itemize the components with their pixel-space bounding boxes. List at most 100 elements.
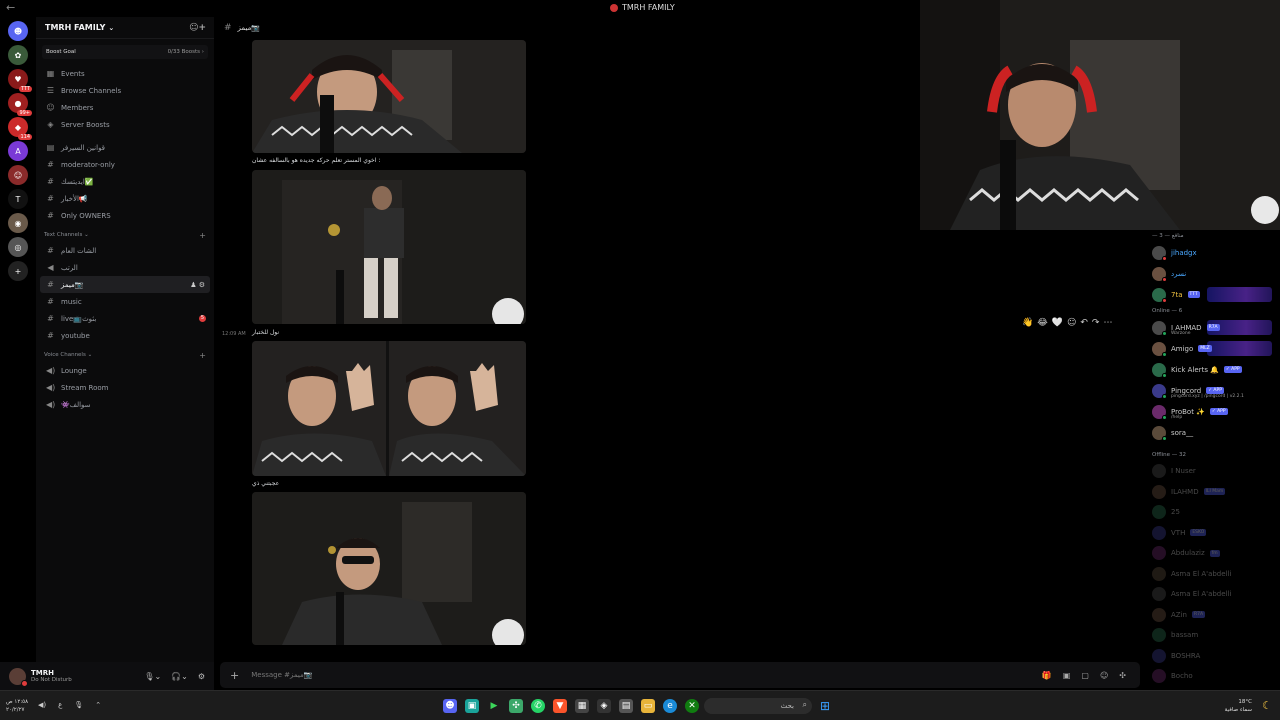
xbox-icon[interactable]: ✕ (685, 699, 699, 713)
server-icon[interactable]: ☺ (8, 165, 28, 185)
channel-item[interactable]: # live📺بثوث 5 (36, 310, 214, 327)
member-item[interactable]: Asma El A'abdelli (1146, 564, 1280, 585)
reaction-button[interactable]: 👋 (1022, 318, 1033, 328)
channel-item[interactable]: # youtube (36, 327, 214, 344)
server-icon[interactable]: ☻ (8, 21, 28, 41)
server-nav-browse-channels[interactable]: ☰ Browse Channels (36, 82, 214, 99)
member-item[interactable]: jihadgx (1146, 242, 1280, 263)
server-nav-members[interactable]: ☺ Members (36, 99, 214, 116)
member-item[interactable]: Amigo MLZ (1146, 338, 1280, 359)
play-icon[interactable]: ▶ (487, 699, 501, 713)
reaction-button[interactable]: 🤍 (1052, 318, 1063, 328)
text-channels-category[interactable]: Text Channels ⌄ + (36, 228, 214, 242)
add-attachment-icon[interactable]: + (230, 669, 239, 682)
channel-item[interactable]: # music (36, 293, 214, 310)
channel-item[interactable]: # الشات العام (36, 242, 214, 259)
server-icon[interactable]: ◎ (8, 237, 28, 257)
channel-item[interactable]: ◀ الرتب (36, 259, 214, 276)
weather-widget[interactable]: 18°C سماء صافية (1225, 698, 1252, 714)
channel-settings-icon[interactable]: ♟ ⚙ (190, 281, 205, 289)
language-indicator[interactable]: ع (58, 701, 62, 709)
channel-item[interactable]: # ايديتسك✅ (36, 173, 214, 190)
add-channel-icon[interactable]: + (199, 351, 206, 360)
sticker-icon[interactable]: ▢ (1081, 671, 1089, 680)
member-item[interactable]: Asma El A'abdelli (1146, 584, 1280, 605)
server-icon[interactable]: ● 99+ (8, 93, 32, 116)
voice-channels-category[interactable]: Voice Channels ⌄ + (36, 348, 214, 362)
message-composer[interactable]: + Message #ميمز📷 🎁 ▣ ▢ ☺ ✣ (220, 662, 1140, 688)
server-icon[interactable]: ◆ 114 (8, 117, 32, 140)
member-item[interactable]: I Nuser (1146, 461, 1280, 482)
reaction-button[interactable]: 😂 (1037, 318, 1048, 328)
member-item[interactable]: Kick Alerts 🔔 ✓ APP (1146, 359, 1280, 380)
brave-browser-icon[interactable]: ▼ (553, 699, 567, 713)
add-user-icon[interactable]: ☺+ (189, 23, 206, 33)
apps-icon[interactable]: ✣ (1119, 671, 1126, 680)
folder-icon[interactable]: ▭ (641, 699, 655, 713)
app-icon[interactable]: ◈ (597, 699, 611, 713)
member-item[interactable]: ProBot ✨ ✓ APP/help (1146, 401, 1280, 422)
channel-item[interactable]: # ميمز📷 ♟ ⚙ (40, 276, 210, 293)
app-icon[interactable]: ✣ (509, 699, 523, 713)
emoji-icon[interactable]: ☺ (1100, 671, 1108, 680)
server-icon[interactable]: A (8, 141, 28, 161)
member-item[interactable]: نسرد (1146, 263, 1280, 284)
back-arrow-icon[interactable]: ← (6, 1, 15, 14)
member-item[interactable]: 25 (1146, 502, 1280, 523)
channel-item[interactable]: ◀) 👾سوالف (36, 396, 214, 413)
discord-app-icon[interactable]: ☻ (443, 699, 457, 713)
gift-icon[interactable]: 🎁 (1042, 671, 1052, 680)
video-attachment[interactable] (252, 492, 526, 645)
member-item[interactable]: I AHMAD R7A Warzone (1146, 317, 1280, 338)
server-icon[interactable]: ◉ (8, 213, 28, 233)
reaction-button[interactable]: ↶ (1080, 318, 1088, 328)
server-icon[interactable]: T (8, 189, 28, 209)
server-icon[interactable]: ♥ TTT (8, 69, 32, 92)
member-item[interactable]: AZin R7A (1146, 605, 1280, 626)
server-icon[interactable]: ✿ (8, 45, 28, 65)
member-item[interactable]: 7ta TTT (1146, 284, 1280, 305)
video-attachment[interactable] (252, 170, 526, 324)
member-item[interactable]: BOSHRA (1146, 646, 1280, 667)
channel-item[interactable]: ◀) Stream Room (36, 379, 214, 396)
channel-item[interactable]: ▤ قوانين السيرفر (36, 139, 214, 156)
message-input[interactable]: Message #ميمز📷 (251, 671, 312, 679)
reaction-button[interactable]: ☺ (1067, 318, 1076, 328)
avatar[interactable] (9, 667, 28, 687)
reaction-button[interactable]: ⋯ (1103, 318, 1112, 328)
app-icon[interactable]: ▣ (465, 699, 479, 713)
app-icon[interactable]: ▤ (619, 699, 633, 713)
chevron-up-icon[interactable]: ⌃ (95, 701, 101, 709)
headphones-icon[interactable]: 🎧⌄ (171, 672, 188, 681)
whatsapp-icon[interactable]: ✆ (531, 699, 545, 713)
server-header[interactable]: TMRH FAMILY ⌄ ☺+ (36, 17, 214, 39)
gif-icon[interactable]: ▣ (1063, 671, 1071, 680)
member-item[interactable]: ILAHMD ILI Mam (1146, 482, 1280, 503)
gear-icon[interactable]: ⚙ (198, 672, 205, 681)
video-attachment[interactable] (252, 40, 526, 153)
server-icon[interactable]: + (8, 261, 28, 281)
edge-browser-icon[interactable]: e (663, 699, 677, 713)
channel-item[interactable]: ◀) Lounge (36, 362, 214, 379)
reaction-button[interactable]: ↷ (1092, 318, 1100, 328)
server-nav-events[interactable]: ▦ Events (36, 65, 214, 82)
taskbar-search[interactable]: بحث ⌕ (704, 698, 812, 714)
system-clock[interactable]: ١٢:٥٨ ص ٢٠/٢/٢٧ (6, 698, 28, 714)
server-nav-server-boosts[interactable]: ◈ Server Boosts (36, 116, 214, 133)
member-item[interactable]: VTH ESKO (1146, 523, 1280, 544)
microphone-icon[interactable]: 🎙⌄ (144, 672, 161, 681)
video-attachment[interactable] (252, 341, 526, 476)
channel-item[interactable]: # الأخبار📢 (36, 190, 214, 207)
member-item[interactable]: Abdulaziz fm (1146, 543, 1280, 564)
add-channel-icon[interactable]: + (199, 231, 206, 240)
app-icon[interactable]: ▦ (575, 699, 589, 713)
member-item[interactable]: sora__ (1146, 422, 1280, 443)
member-item[interactable]: Pingcord ✓ APP pingcord.xyz | /pingcord | … (1146, 380, 1280, 401)
channel-item[interactable]: # Only OWNERS (36, 207, 214, 224)
member-item[interactable]: Bocho (1146, 666, 1280, 687)
speaker-icon[interactable]: ◀) (38, 701, 46, 709)
channel-item[interactable]: # moderator-only (36, 156, 214, 173)
member-item[interactable]: bassam (1146, 625, 1280, 646)
microphone-icon[interactable]: 🎙 (74, 701, 83, 709)
boost-goal-bar[interactable]: Boost Goal 0/33 Boosts › (42, 45, 208, 59)
